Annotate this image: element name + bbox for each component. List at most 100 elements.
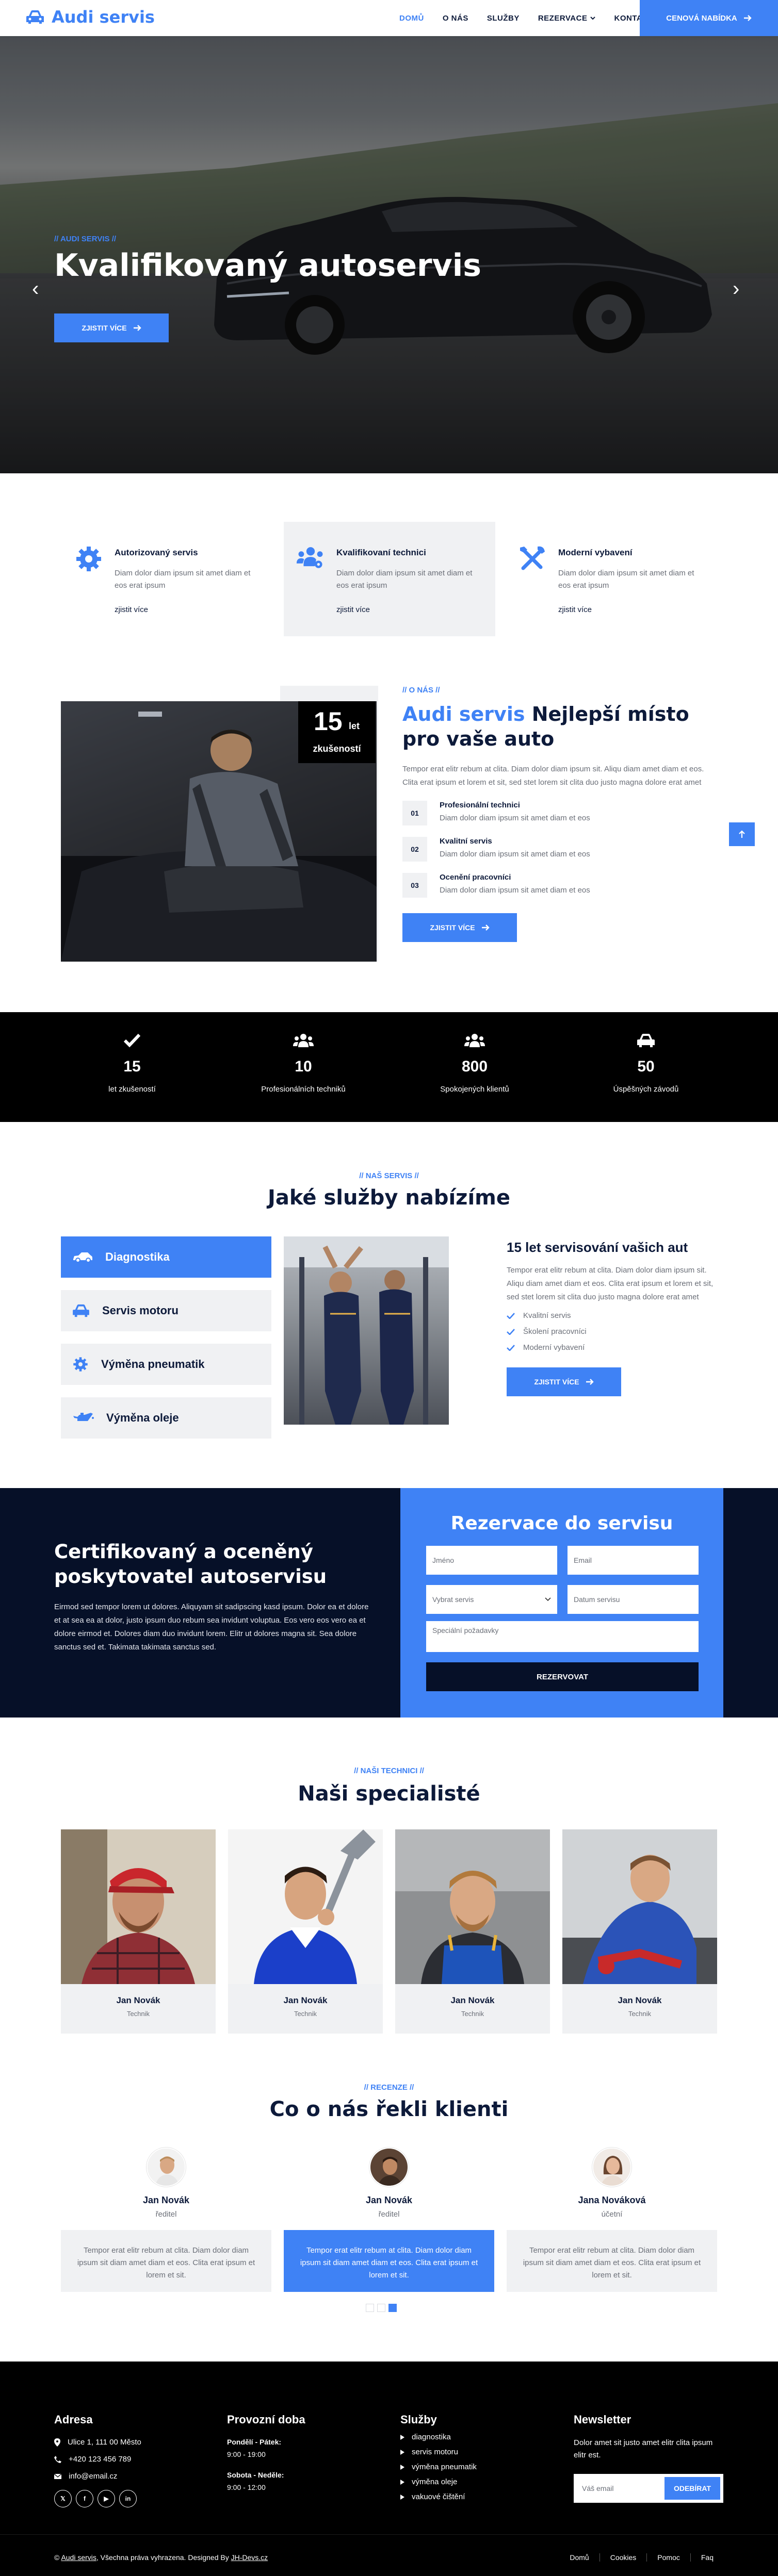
item-number: 02	[402, 837, 427, 862]
testimonials-carousel: Jan Novák ředitel Tempor erat elitr rebu…	[61, 2148, 717, 2292]
reserve-button[interactable]: REZERVOVAT	[426, 1662, 699, 1691]
service-select-value: Vybrat servis	[432, 1595, 474, 1604]
member-role: Technik	[461, 2010, 484, 2018]
hero-tagline: // AUDI SERVIS //	[54, 235, 117, 243]
newsletter-email-input[interactable]: Váš email	[577, 2477, 664, 2500]
footer-service-link[interactable]: servis motoru	[400, 2448, 477, 2456]
feature-card: Moderní vybavení Diam dolor diam ipsum s…	[506, 522, 717, 636]
facebook-icon[interactable]: f	[76, 2490, 93, 2507]
carousel-dot[interactable]	[377, 2304, 385, 2312]
item-text: Diam dolor diam ipsum sit amet diam et e…	[440, 850, 590, 858]
email-input[interactable]: Email	[568, 1546, 699, 1575]
testimonial-card: Jana Nováková účetní Tempor erat elitr r…	[507, 2148, 717, 2292]
reservation-info: Certifikovaný a oceněný poskytovatel aut…	[54, 1540, 374, 1654]
tab-diagnostics[interactable]: Diagnostika	[61, 1236, 271, 1278]
footer-service-link[interactable]: diagnostika	[400, 2433, 477, 2441]
carousel-dot[interactable]	[366, 2304, 374, 2312]
phone-icon	[54, 2455, 61, 2463]
menu-item-reservation[interactable]: REZERVACE	[538, 14, 596, 23]
carousel-next-button[interactable]: ›	[733, 278, 739, 299]
stat-number: 10	[295, 1058, 312, 1075]
about-learn-more-button[interactable]: ZJISTIT VÍCE	[402, 913, 517, 942]
footer-bottom: © Audi servis, Všechna práva vyhrazena. …	[0, 2534, 778, 2576]
tab-engine-service[interactable]: Servis motoru	[61, 1290, 271, 1331]
footer-link-cookies[interactable]: Cookies	[599, 2553, 647, 2562]
service-select[interactable]: Vybrat servis	[426, 1585, 557, 1614]
newsletter-form: Váš email ODEBÍRAT	[574, 2474, 723, 2503]
footer-service-link[interactable]: výměna oleje	[400, 2478, 477, 2486]
service-button-label: ZJISTIT VÍCE	[534, 1378, 579, 1386]
menu-item-reservation-label: REZERVACE	[538, 13, 588, 23]
footer-heading: Newsletter	[574, 2413, 631, 2426]
feature-link[interactable]: zjistit více	[558, 605, 703, 614]
menu-item-home[interactable]: DOMŮ	[399, 14, 424, 23]
tab-tire-change[interactable]: Výměna pneumatik	[61, 1344, 271, 1385]
about-title: Audi servis Nejlepší místo pro vaše auto	[402, 702, 717, 751]
feature-link[interactable]: zjistit více	[115, 605, 259, 614]
menu-item-services[interactable]: SLUŽBY	[487, 14, 520, 23]
envelope-icon	[54, 2473, 61, 2479]
hero-title: Kvalifikovaný autoservis	[54, 247, 482, 284]
checklist-item: Školení pracovníci	[507, 1327, 718, 1336]
feature-text: Diam dolor diam ipsum sit amet diam et e…	[558, 569, 694, 590]
linkedin-icon[interactable]: in	[119, 2490, 137, 2507]
testimonials-tag: // RECENZE //	[364, 2083, 414, 2092]
footer-service-link[interactable]: vakuové čištění	[400, 2492, 477, 2501]
checklist-label: Kvalitní servis	[523, 1311, 571, 1320]
footer-email-text[interactable]: info@email.cz	[69, 2472, 117, 2481]
weekdays-label: Pondělí - Pátek:	[227, 2438, 282, 2446]
feature-link[interactable]: zjistit více	[336, 605, 481, 614]
brand-logo[interactable]: Audi servis	[25, 7, 155, 27]
years-badge: 15 let zkušeností	[298, 701, 376, 763]
footer-link-home[interactable]: Domů	[559, 2553, 599, 2562]
copyright-brand-link[interactable]: Audi servis	[61, 2553, 96, 2562]
special-requests-textarea[interactable]: Speciální požadavky	[426, 1621, 699, 1652]
reservation-heading: Certifikovaný a oceněný poskytovatel aut…	[54, 1541, 327, 1588]
testimonial-text: Tempor erat elitr rebum at clita. Diam d…	[61, 2230, 271, 2292]
footer-link-faq[interactable]: Faq	[690, 2553, 724, 2562]
carousel-prev-button[interactable]: ‹	[32, 278, 39, 299]
service-learn-more-button[interactable]: ZJISTIT VÍCE	[507, 1367, 621, 1396]
subscribe-button[interactable]: ODEBÍRAT	[664, 2477, 720, 2500]
date-input[interactable]: Datum servisu	[568, 1585, 699, 1614]
reservation-form: Rezervace do servisu Jméno Email Vybrat …	[400, 1488, 723, 1718]
reservation-section: Certifikovaný a oceněný poskytovatel aut…	[0, 1488, 778, 1718]
chevron-down-icon	[590, 16, 596, 20]
name-input[interactable]: Jméno	[426, 1546, 557, 1575]
weekdays-time: 9:00 - 19:00	[227, 2450, 266, 2458]
tab-oil-change[interactable]: Výměna oleje	[61, 1397, 271, 1439]
back-to-top-button[interactable]	[729, 822, 755, 846]
stat-label: Spokojených klientů	[440, 1085, 509, 1094]
price-quote-button[interactable]: CENOVÁ NABÍDKA	[640, 0, 778, 36]
twitter-icon[interactable]: 𝕏	[54, 2490, 72, 2507]
service-photo	[284, 1236, 449, 1425]
chevron-right-icon	[400, 2479, 404, 2485]
footer-service-link[interactable]: výměna pneumatik	[400, 2463, 477, 2471]
member-photo	[228, 1829, 383, 1984]
avatar	[147, 2148, 186, 2187]
car-icon	[73, 1304, 89, 1317]
users-cog-icon	[296, 547, 323, 568]
team-title: Naši specialisté	[298, 1782, 480, 1806]
stat-label: Profesionálních techniků	[261, 1085, 346, 1094]
weekend-time: 9:00 - 12:00	[227, 2483, 266, 2491]
testimonial-role: ředitel	[378, 2210, 400, 2219]
footer-link-help[interactable]: Pomoc	[646, 2553, 690, 2562]
footer-service-label: diagnostika	[412, 2433, 451, 2441]
youtube-icon[interactable]: ▶	[98, 2490, 115, 2507]
team-member-card: Jan Novák Technik	[228, 1829, 383, 2034]
carousel-dot-active[interactable]	[388, 2304, 397, 2312]
feature-title: Autorizovaný servis	[115, 548, 198, 557]
about-description: Tempor erat elitr rebum at clita. Diam d…	[402, 765, 704, 787]
author-link[interactable]: JH-Devs.cz	[231, 2553, 268, 2562]
copyright: © Audi servis, Všechna práva vyhrazena. …	[54, 2553, 268, 2562]
footer-phone-text: +420 123 456 789	[69, 2455, 132, 2464]
users-icon	[464, 1034, 485, 1047]
arrow-right-icon	[743, 15, 752, 21]
hero-learn-more-button[interactable]: ZJISTIT VÍCE	[54, 313, 169, 342]
menu-item-about[interactable]: O NÁS	[443, 14, 468, 23]
avatar	[592, 2148, 631, 2187]
feature-text: Diam dolor diam ipsum sit amet diam et e…	[336, 569, 473, 590]
footer-service-label: výměna pneumatik	[412, 2463, 477, 2471]
testimonial-role: ředitel	[155, 2210, 177, 2219]
